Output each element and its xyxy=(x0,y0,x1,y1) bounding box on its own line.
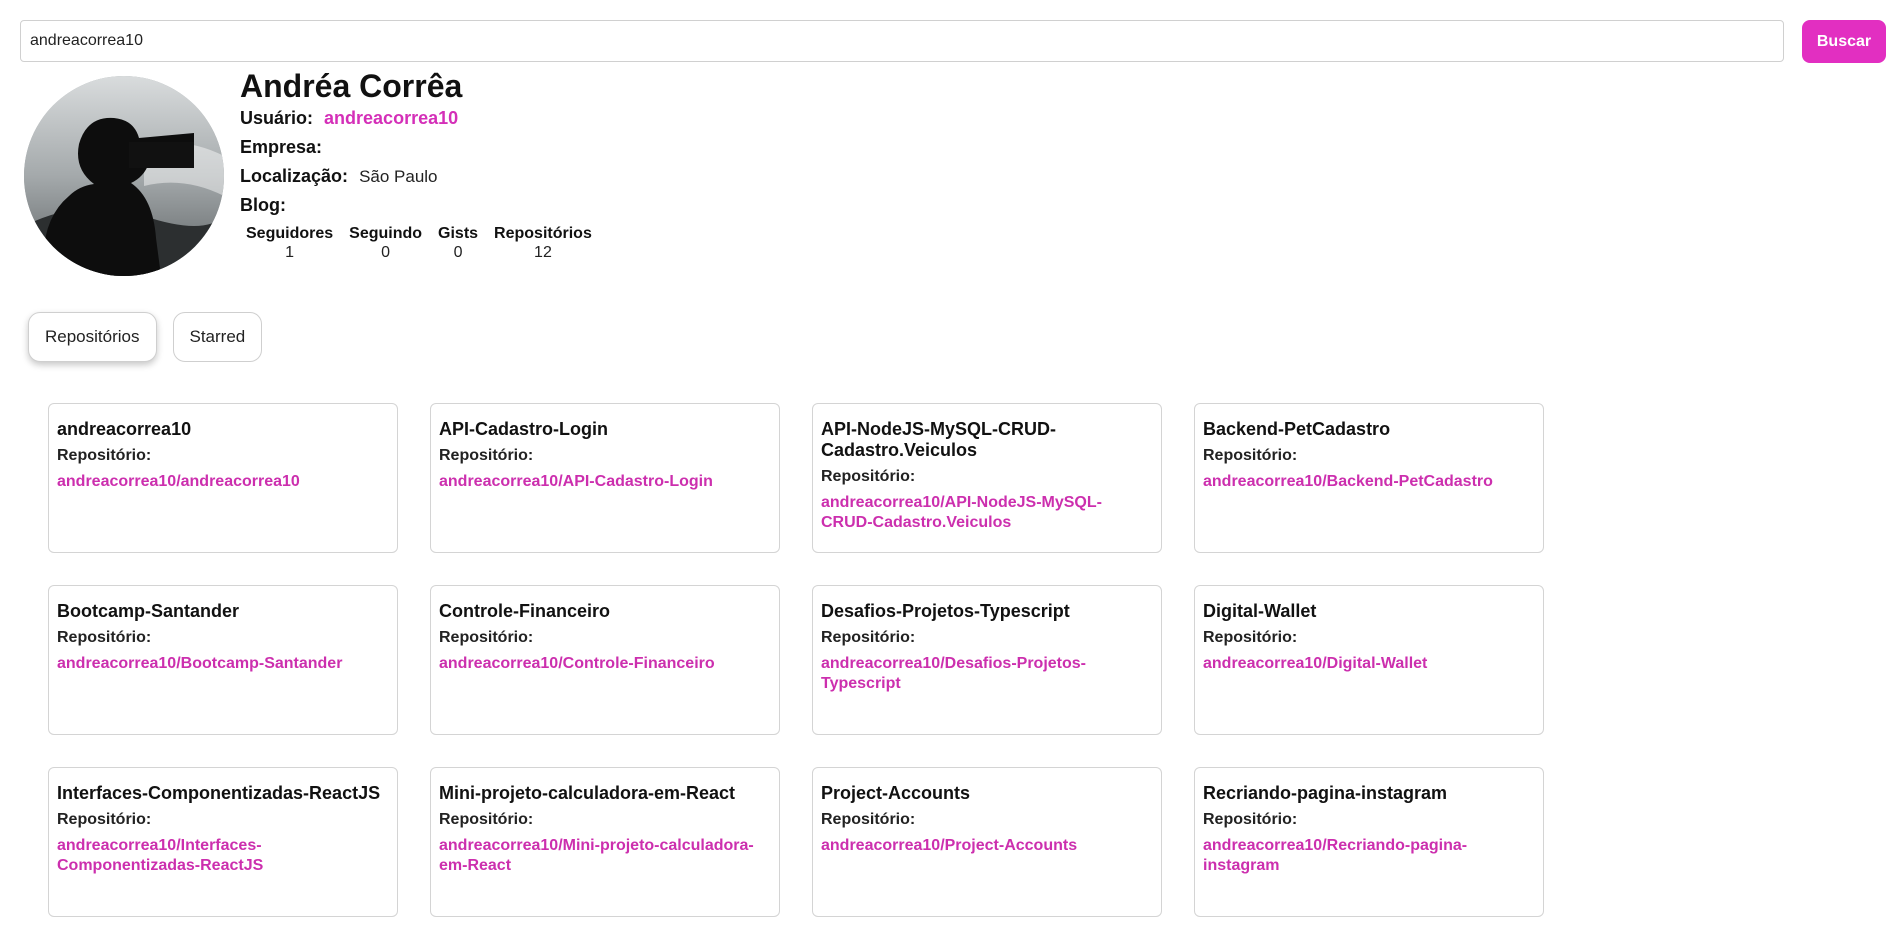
repo-link[interactable]: andreacorrea10/Project-Accounts xyxy=(821,836,1152,856)
stat-value: 0 xyxy=(453,244,463,261)
search-button[interactable]: Buscar xyxy=(1802,20,1886,63)
repo-name: API-NodeJS-MySQL-CRUD-Cadastro.Veiculos xyxy=(821,419,1057,460)
repo-label: Repositório: xyxy=(821,468,916,485)
repo-card: Backend-PetCadastro Repositório: andreac… xyxy=(1194,403,1544,553)
repo-card: Interfaces-Componentizadas-ReactJS Repos… xyxy=(48,767,398,917)
repo-name: Desafios-Projetos-Typescript xyxy=(821,601,1070,621)
repo-card: andreacorrea10 Repositório: andreacorrea… xyxy=(48,403,398,553)
stat-value: 0 xyxy=(381,244,391,261)
repo-name: Backend-PetCadastro xyxy=(1203,419,1391,439)
profile-info: Andréa Corrêa Usuário: andreacorrea10 Em… xyxy=(240,68,608,262)
stat-repositories: Repositórios 12 xyxy=(494,224,592,262)
stat-label: Seguindo xyxy=(349,225,423,242)
repo-label: Repositório: xyxy=(1203,811,1298,828)
company-row: Empresa: xyxy=(240,133,608,162)
repo-name: Bootcamp-Santander xyxy=(57,601,240,621)
repo-label: Repositório: xyxy=(439,811,534,828)
repo-label: Repositório: xyxy=(1203,629,1298,646)
repo-link[interactable]: andreacorrea10/Digital-Wallet xyxy=(1203,654,1534,674)
stat-label: Seguidores xyxy=(246,225,334,242)
repo-link[interactable]: andreacorrea10/API-Cadastro-Login xyxy=(439,472,770,492)
location-value: São Paulo xyxy=(359,167,438,186)
repo-card: Project-Accounts Repositório: andreacorr… xyxy=(812,767,1162,917)
stat-gists: Gists 0 xyxy=(438,224,478,262)
avatar-photo xyxy=(24,76,224,276)
repo-link[interactable]: andreacorrea10/Controle-Financeiro xyxy=(439,654,770,674)
tab-bar: Repositórios Starred xyxy=(28,312,278,362)
repo-name: Mini-projeto-calculadora-em-React xyxy=(439,783,736,803)
search-bar: Buscar xyxy=(20,20,1886,64)
repo-link[interactable]: andreacorrea10/Mini-projeto-calculadora-… xyxy=(439,836,770,876)
stat-followers: Seguidores 1 xyxy=(246,224,333,262)
repo-link[interactable]: andreacorrea10/Recriando-pagina-instagra… xyxy=(1203,836,1534,876)
repo-name: Digital-Wallet xyxy=(1203,601,1317,621)
search-input[interactable] xyxy=(20,20,1784,62)
company-label: Empresa: xyxy=(240,137,323,157)
tab-starred[interactable]: Starred xyxy=(172,312,263,362)
repo-link[interactable]: andreacorrea10/Interfaces-Componentizada… xyxy=(57,836,388,876)
tab-repositories[interactable]: Repositórios xyxy=(28,312,157,362)
repo-card: API-NodeJS-MySQL-CRUD-Cadastro.Veiculos … xyxy=(812,403,1162,553)
repo-label: Repositório: xyxy=(439,629,534,646)
stat-label: Gists xyxy=(438,225,479,242)
repo-name: Recriando-pagina-instagram xyxy=(1203,783,1448,803)
stat-label: Repositórios xyxy=(494,225,592,242)
repo-label: Repositório: xyxy=(1203,447,1298,464)
user-label: Usuário: xyxy=(240,108,314,128)
stat-value: 1 xyxy=(285,244,295,261)
location-label: Localização: xyxy=(240,166,349,186)
user-link[interactable]: andreacorrea10 xyxy=(324,108,458,128)
repo-name: Project-Accounts xyxy=(821,783,971,803)
repo-card: Controle-Financeiro Repositório: andreac… xyxy=(430,585,780,735)
repo-card: Digital-Wallet Repositório: andreacorrea… xyxy=(1194,585,1544,735)
repo-name: Controle-Financeiro xyxy=(439,601,611,621)
blog-row: Blog: xyxy=(240,191,608,220)
repo-label: Repositório: xyxy=(57,447,152,464)
repo-name: API-Cadastro-Login xyxy=(439,419,608,439)
repo-card: Bootcamp-Santander Repositório: andreaco… xyxy=(48,585,398,735)
repo-link[interactable]: andreacorrea10/Desafios-Projetos-Typescr… xyxy=(821,654,1152,694)
repo-card: Recriando-pagina-instagram Repositório: … xyxy=(1194,767,1544,917)
repo-name: andreacorrea10 xyxy=(57,419,192,439)
repo-link[interactable]: andreacorrea10/Bootcamp-Santander xyxy=(57,654,388,674)
repo-link[interactable]: andreacorrea10/API-NodeJS-MySQL-CRUD-Cad… xyxy=(821,493,1152,533)
profile-stats: Seguidores 1 Seguindo 0 Gists 0 Repositó… xyxy=(246,224,608,262)
blog-label: Blog: xyxy=(240,195,286,215)
repo-label: Repositório: xyxy=(57,629,152,646)
repo-link[interactable]: andreacorrea10/Backend-PetCadastro xyxy=(1203,472,1534,492)
repo-label: Repositório: xyxy=(821,629,916,646)
user-row: Usuário: andreacorrea10 xyxy=(240,104,608,133)
profile-name: Andréa Corrêa xyxy=(240,68,463,104)
repo-label: Repositório: xyxy=(439,447,534,464)
stat-following: Seguindo 0 xyxy=(349,224,422,262)
repo-name: Interfaces-Componentizadas-ReactJS xyxy=(57,783,381,803)
repo-card: Desafios-Projetos-Typescript Repositório… xyxy=(812,585,1162,735)
repo-label: Repositório: xyxy=(821,811,916,828)
repo-link[interactable]: andreacorrea10/andreacorrea10 xyxy=(57,472,388,492)
repo-label: Repositório: xyxy=(57,811,152,828)
repo-grid: andreacorrea10 Repositório: andreacorrea… xyxy=(48,403,1544,917)
stat-value: 12 xyxy=(534,244,552,261)
repo-card: Mini-projeto-calculadora-em-React Reposi… xyxy=(430,767,780,917)
repo-card: API-Cadastro-Login Repositório: andreaco… xyxy=(430,403,780,553)
avatar xyxy=(24,76,224,276)
location-row: Localização: São Paulo xyxy=(240,162,608,191)
